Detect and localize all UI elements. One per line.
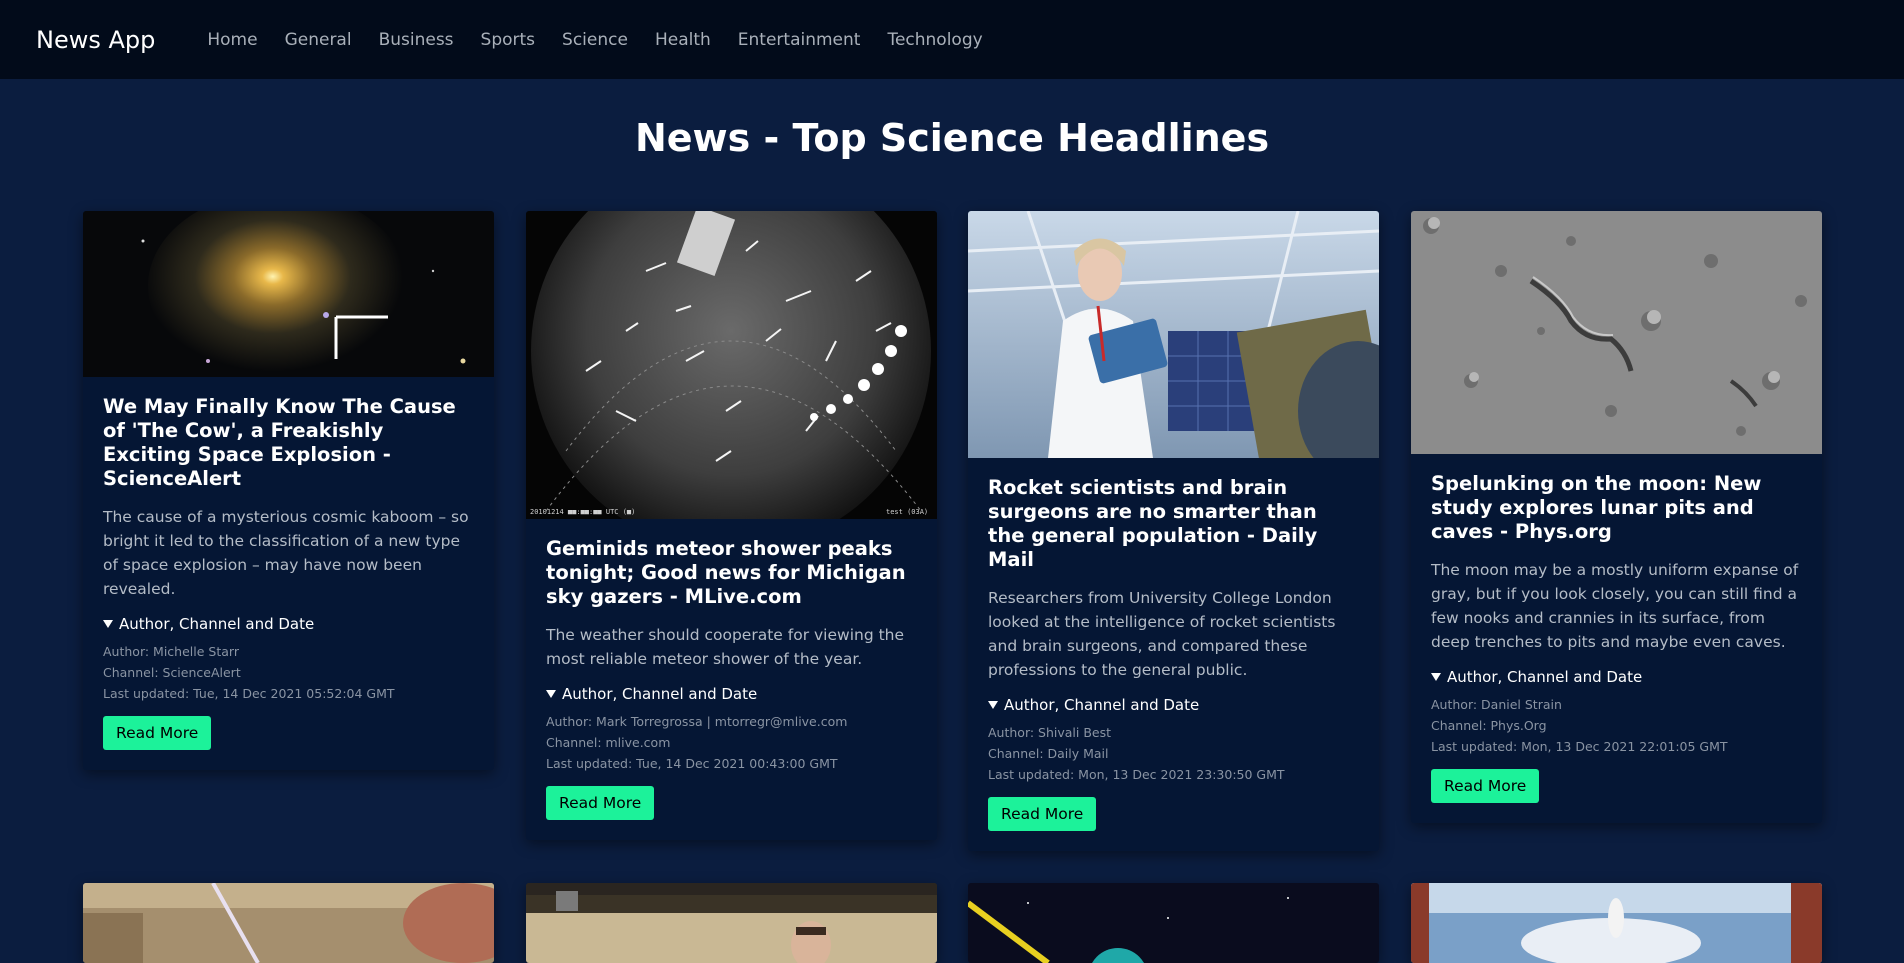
card-image: [526, 883, 937, 963]
triangle-down-icon: [988, 701, 998, 709]
image-caption-right: test (03A): [886, 508, 928, 516]
news-card: We May Finally Know The Cause of 'The Co…: [83, 211, 494, 770]
excavation-image: [83, 883, 494, 963]
details-toggle[interactable]: Author, Channel and Date: [1431, 668, 1802, 686]
details-toggle[interactable]: Author, Channel and Date: [103, 615, 474, 633]
card-description: The weather should cooperate for viewing…: [546, 626, 905, 668]
details-toggle[interactable]: Author, Channel and Date: [988, 696, 1359, 714]
card-body: Geminids meteor shower peaks tonight; Go…: [526, 519, 937, 840]
author-text: Author: Shivali Best: [988, 725, 1112, 740]
space-earth-image: [968, 883, 1379, 963]
news-card: Rocket scientists and brain surgeons are…: [968, 211, 1379, 851]
card-title: We May Finally Know The Cause of 'The Co…: [103, 395, 456, 490]
card-image: [83, 883, 494, 963]
scientist-tablet-image: [968, 211, 1379, 458]
channel-text: Channel: Phys.Org: [1431, 718, 1547, 733]
card-image: [1411, 211, 1822, 454]
card-image: 20101214 ■■:■■:■■ UTC (■) test (03A): [526, 211, 937, 519]
nav-link-business[interactable]: Business: [379, 30, 454, 50]
navbar: News App Home General Business Sports Sc…: [0, 0, 1904, 79]
triangle-down-icon: [1431, 673, 1441, 681]
page-title: News - Top Science Headlines: [634, 116, 1270, 160]
lab-person-image: [526, 883, 937, 963]
channel-text: Channel: ScienceAlert: [103, 665, 241, 680]
news-card: [526, 883, 937, 963]
triangle-down-icon: [546, 690, 556, 698]
updated-text: Last updated: Mon, 13 Dec 2021 23:30:50 …: [988, 767, 1285, 782]
image-caption-left: 20101214 ■■:■■:■■ UTC (■): [530, 508, 635, 516]
read-more-button[interactable]: Read More: [1431, 769, 1540, 803]
nav-link-technology[interactable]: Technology: [887, 30, 982, 50]
meteor-allsky-image: 20101214 ■■:■■:■■ UTC (■) test (03A): [526, 211, 937, 519]
nav-link-science[interactable]: Science: [562, 30, 628, 50]
galaxy-explosion-image: [83, 211, 494, 377]
card-title: Rocket scientists and brain surgeons are…: [988, 476, 1318, 571]
news-card: [968, 883, 1379, 963]
card-body: We May Finally Know The Cause of 'The Co…: [83, 377, 494, 770]
news-card: 20101214 ■■:■■:■■ UTC (■) test (03A) Gem…: [526, 211, 937, 840]
earth-orbit-image: [1411, 883, 1822, 963]
news-card: [1411, 883, 1822, 963]
nav-links: Home General Business Sports Science Hea…: [207, 30, 1009, 50]
details-summary-label: Author, Channel and Date: [562, 685, 758, 703]
author-text: Author: Michelle Starr: [103, 644, 239, 659]
read-more-button[interactable]: Read More: [546, 786, 655, 820]
card-description: Researchers from University College Lond…: [988, 589, 1336, 679]
brand-logo[interactable]: News App: [36, 26, 155, 54]
read-more-button[interactable]: Read More: [103, 716, 212, 750]
details-summary-label: Author, Channel and Date: [119, 615, 315, 633]
card-description: The cause of a mysterious cosmic kaboom …: [103, 508, 469, 598]
news-card: Spelunking on the moon: New study explor…: [1411, 211, 1822, 823]
card-image: [968, 211, 1379, 458]
nav-link-health[interactable]: Health: [655, 30, 711, 50]
card-title: Geminids meteor shower peaks tonight; Go…: [546, 537, 906, 608]
card-body: Spelunking on the moon: New study explor…: [1411, 454, 1822, 823]
read-more-button[interactable]: Read More: [988, 797, 1097, 831]
card-image: [83, 211, 494, 377]
author-text: Author: Daniel Strain: [1431, 697, 1562, 712]
nav-link-entertainment[interactable]: Entertainment: [738, 30, 861, 50]
channel-text: Channel: Daily Mail: [988, 746, 1109, 761]
author-text: Author: Mark Torregrossa | mtorregr@mliv…: [546, 714, 848, 729]
details-summary-label: Author, Channel and Date: [1447, 668, 1643, 686]
news-card: [83, 883, 494, 963]
updated-text: Last updated: Mon, 13 Dec 2021 22:01:05 …: [1431, 739, 1728, 754]
details-toggle[interactable]: Author, Channel and Date: [546, 685, 917, 703]
card-description: The moon may be a mostly uniform expanse…: [1431, 561, 1799, 651]
updated-text: Last updated: Tue, 14 Dec 2021 05:52:04 …: [103, 686, 395, 701]
lunar-surface-image: [1411, 211, 1822, 454]
details-summary-label: Author, Channel and Date: [1004, 696, 1200, 714]
nav-link-home[interactable]: Home: [207, 30, 257, 50]
card-title: Spelunking on the moon: New study explor…: [1431, 472, 1762, 543]
nav-link-general[interactable]: General: [285, 30, 352, 50]
card-image: [1411, 883, 1822, 963]
updated-text: Last updated: Tue, 14 Dec 2021 00:43:00 …: [546, 756, 838, 771]
nav-link-sports[interactable]: Sports: [481, 30, 536, 50]
card-image: [968, 883, 1379, 963]
channel-text: Channel: mlive.com: [546, 735, 671, 750]
card-body: Rocket scientists and brain surgeons are…: [968, 458, 1379, 851]
triangle-down-icon: [103, 620, 113, 628]
